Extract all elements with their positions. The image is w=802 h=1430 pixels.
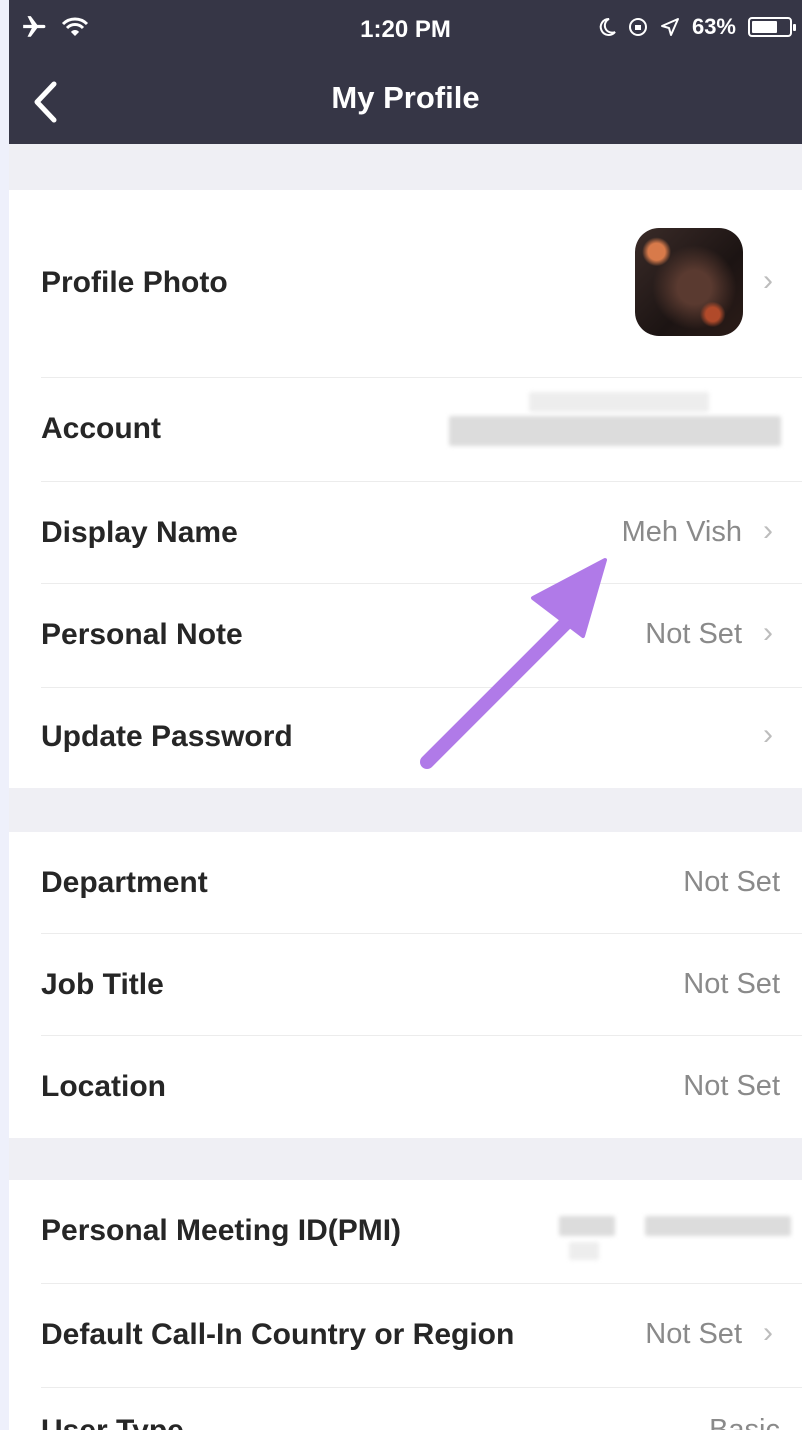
row-label: Personal Meeting ID(PMI) [41, 1214, 402, 1247]
header-bar: 1:20 PM 63% My Profile [9, 0, 802, 144]
page-border [0, 0, 9, 1430]
row-update-password[interactable]: Update Password › [9, 688, 802, 788]
row-job-title: Job Title Not Set [9, 934, 802, 1036]
row-default-call-in[interactable]: Default Call-In Country or Region Not Se… [9, 1284, 802, 1388]
display-name-value: Meh Vish [621, 516, 742, 548]
row-label: Profile Photo [41, 266, 228, 299]
row-label: Personal Note [41, 618, 243, 651]
status-right: 63% [598, 14, 796, 40]
chevron-right-icon: › [763, 514, 773, 547]
orientation-lock-icon [628, 18, 647, 36]
pmi-value-redacted [645, 1216, 791, 1236]
page-title: My Profile [331, 80, 480, 115]
location-icon [660, 18, 679, 36]
status-bar: 1:20 PM 63% [9, 0, 802, 62]
row-label: Update Password [41, 720, 293, 753]
row-pmi: Personal Meeting ID(PMI) [9, 1180, 802, 1284]
battery-percent: 63% [691, 14, 736, 39]
work-info-group: Department Not Set Job Title Not Set Loc… [9, 832, 802, 1138]
row-label: Location [41, 1070, 166, 1103]
row-user-type: User Type Basic [9, 1388, 802, 1430]
profile-photo-thumbnail [635, 228, 743, 336]
row-personal-note[interactable]: Personal Note Not Set › [9, 584, 802, 688]
personal-note-value: Not Set [645, 618, 742, 650]
profile-basic-group: Profile Photo › Account Display Name Meh… [9, 190, 802, 788]
chevron-right-icon: › [763, 616, 773, 649]
row-location: Location Not Set [9, 1036, 802, 1138]
row-label: Account [41, 412, 161, 445]
profile-screen: 1:20 PM 63% My Profile Profile Photo › A… [9, 0, 802, 1430]
moon-icon [599, 17, 616, 36]
chevron-right-icon: › [763, 264, 773, 297]
row-label: Department [41, 866, 208, 899]
pmi-value-redacted [569, 1242, 599, 1260]
account-value-redacted [449, 416, 781, 446]
location-value: Not Set [683, 1070, 780, 1102]
row-label: User Type [41, 1414, 184, 1430]
account-value-redacted-shadow [529, 392, 709, 412]
row-label: Default Call-In Country or Region [41, 1318, 515, 1351]
row-label: Job Title [41, 968, 164, 1001]
row-label: Display Name [41, 516, 238, 549]
user-type-value: Basic [709, 1414, 780, 1430]
row-account: Account [9, 378, 802, 482]
row-display-name[interactable]: Display Name Meh Vish › [9, 482, 802, 584]
chevron-right-icon: › [763, 718, 773, 751]
chevron-right-icon: › [763, 1316, 773, 1349]
row-profile-photo[interactable]: Profile Photo › [9, 190, 802, 378]
battery-icon [748, 17, 796, 37]
call-in-value: Not Set [645, 1318, 742, 1350]
row-department: Department Not Set [9, 832, 802, 934]
pmi-value-redacted [559, 1216, 615, 1236]
job-title-value: Not Set [683, 968, 780, 1000]
nav-bar: My Profile [9, 62, 802, 144]
meeting-settings-group: Personal Meeting ID(PMI) Default Call-In… [9, 1180, 802, 1430]
department-value: Not Set [683, 866, 780, 898]
